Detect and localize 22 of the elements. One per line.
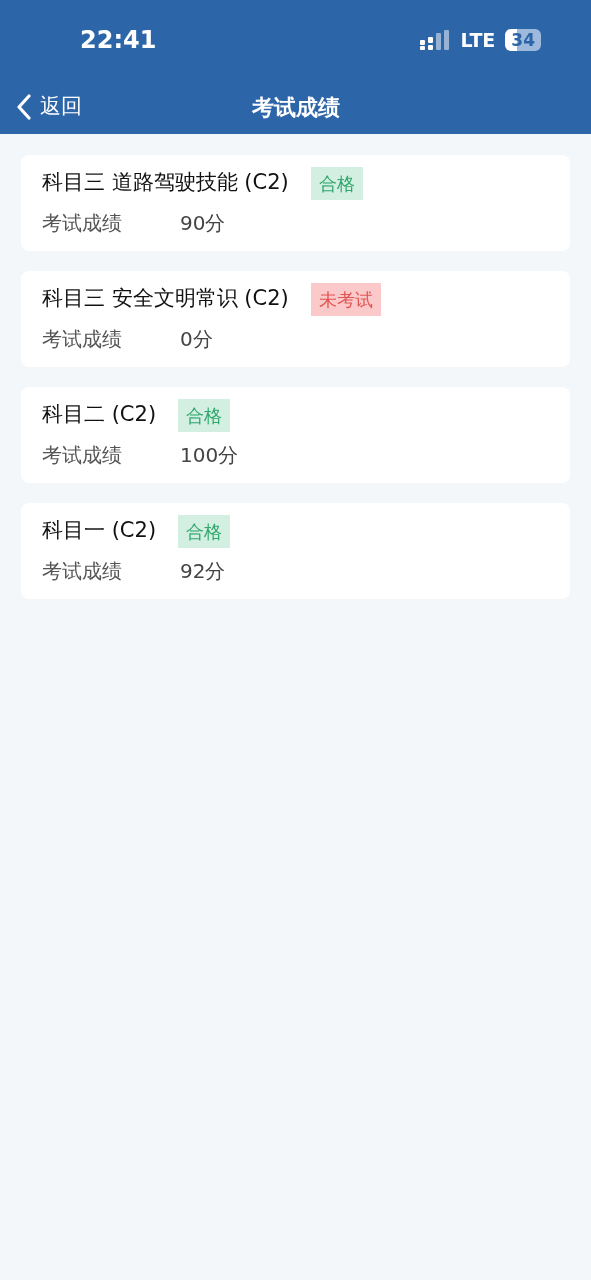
status-tag: 未考试 [310, 282, 381, 316]
subject-title: 科目一 (C2) [42, 517, 157, 545]
score-label: 考试成绩 [42, 442, 123, 469]
signal-icon [420, 30, 451, 50]
back-icon [16, 94, 32, 120]
status-tag: 合格 [178, 398, 231, 432]
score-label: 考试成绩 [42, 326, 123, 353]
score-value: 100分 [180, 442, 239, 469]
back-button[interactable]: 返回 [16, 80, 82, 134]
subject-title: 科目三 安全文明常识 (C2) [42, 285, 289, 313]
score-value: 90分 [180, 210, 226, 237]
status-tag: 合格 [178, 514, 231, 548]
score-value: 92分 [180, 558, 226, 585]
subject-title: 科目二 (C2) [42, 401, 157, 429]
status-time: 22:41 [80, 25, 157, 56]
score-value: 0分 [180, 326, 213, 353]
network-type: LTE [460, 27, 496, 53]
score-label: 考试成绩 [42, 558, 123, 585]
score-label: 考试成绩 [42, 210, 123, 237]
status-tag: 合格 [310, 166, 363, 200]
subject-title: 科目三 道路驾驶技能 (C2) [42, 169, 289, 197]
page-title: 考试成绩 [251, 93, 340, 122]
